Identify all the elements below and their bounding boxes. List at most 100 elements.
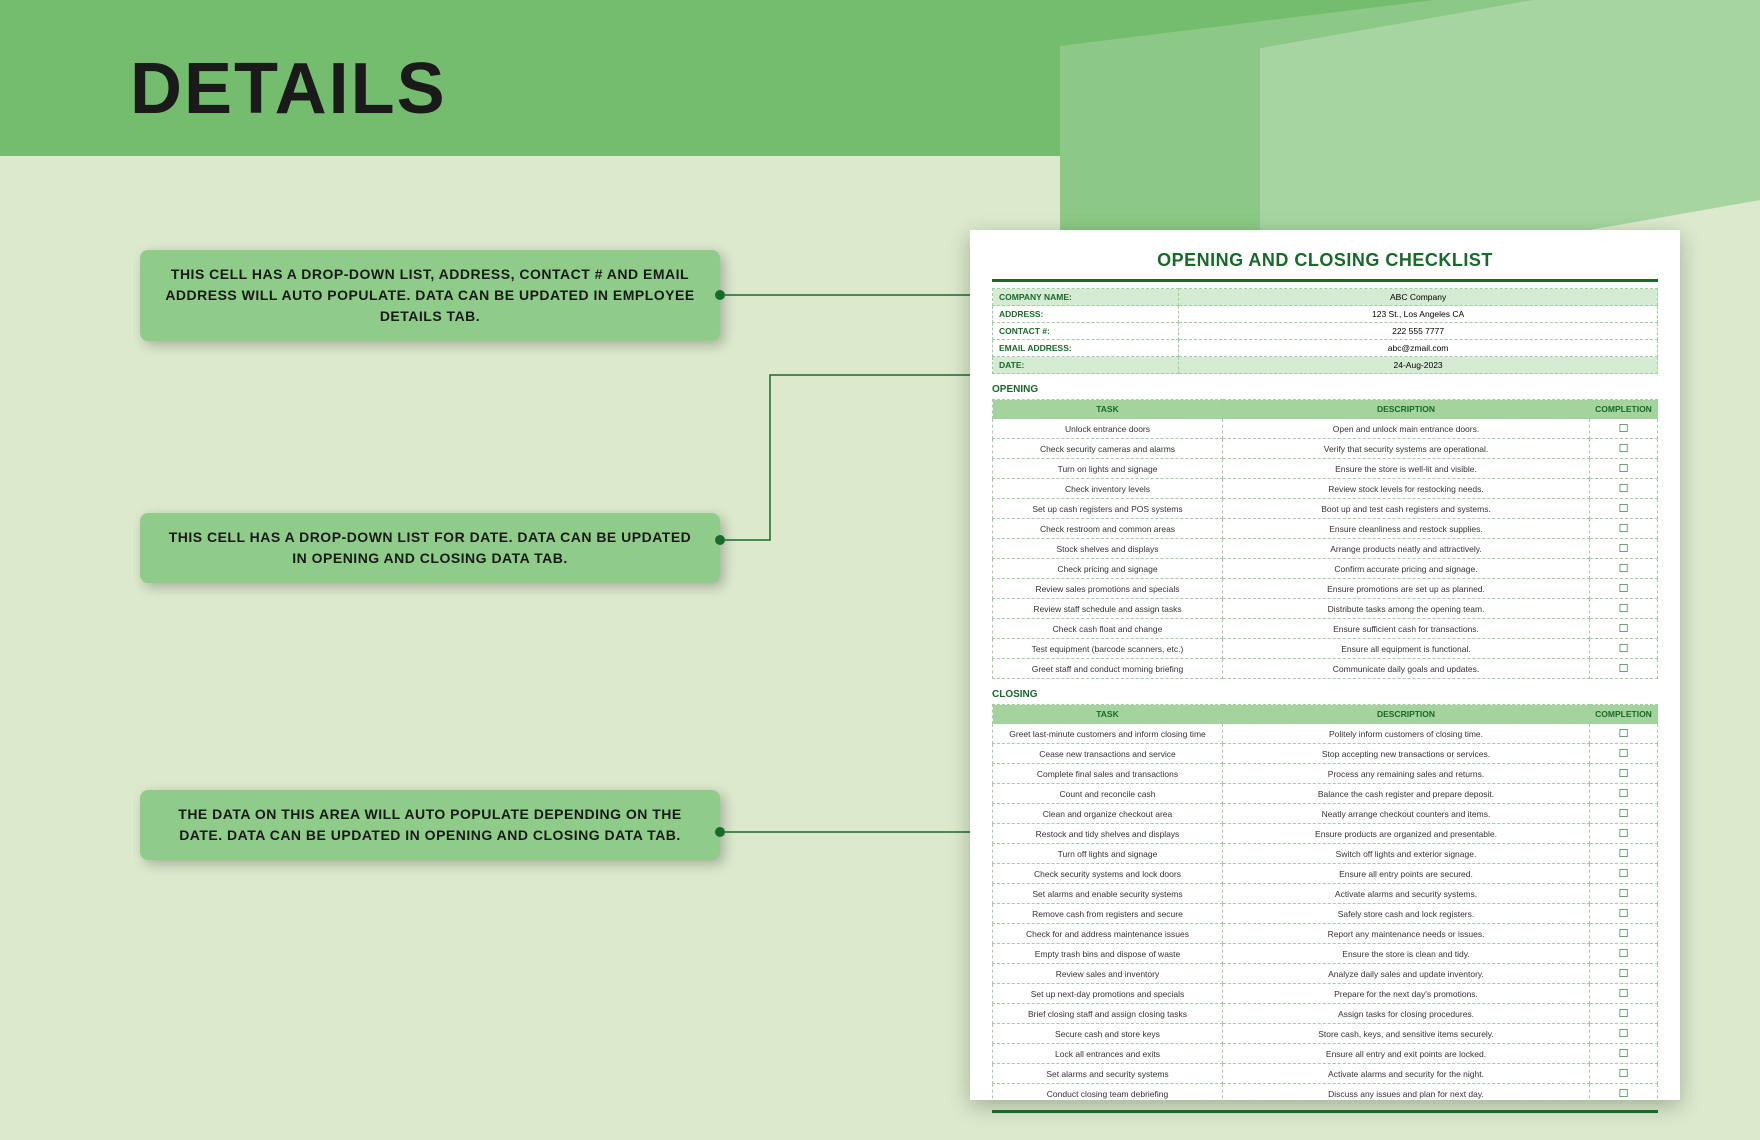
table-row: Check cash float and changeEnsure suffic… (993, 619, 1658, 639)
table-row: Review sales and inventoryAnalyze daily … (993, 964, 1658, 984)
opening-desc-cell: Arrange products neatly and attractively… (1223, 539, 1590, 559)
closing-completion-checkbox[interactable]: ☐ (1590, 904, 1658, 924)
opening-completion-checkbox[interactable]: ☐ (1590, 479, 1658, 499)
title-rule (992, 279, 1658, 282)
closing-task-cell: Clean and organize checkout area (993, 804, 1223, 824)
row-date: DATE: 24-Aug-2023 (993, 357, 1658, 374)
opening-header-comp: COMPLETION (1590, 400, 1658, 419)
table-row: Check inventory levelsReview stock level… (993, 479, 1658, 499)
opening-task-cell: Unlock entrance doors (993, 419, 1223, 439)
opening-task-cell: Test equipment (barcode scanners, etc.) (993, 639, 1223, 659)
table-row: Check security systems and lock doorsEns… (993, 864, 1658, 884)
opening-completion-checkbox[interactable]: ☐ (1590, 519, 1658, 539)
closing-completion-checkbox[interactable]: ☐ (1590, 1064, 1658, 1084)
opening-desc-cell: Ensure the store is well-lit and visible… (1223, 459, 1590, 479)
closing-task-cell: Complete final sales and transactions (993, 764, 1223, 784)
table-row: Conduct closing team debriefingDiscuss a… (993, 1084, 1658, 1104)
date-dropdown[interactable]: 24-Aug-2023 (1179, 357, 1658, 374)
closing-desc-cell: Ensure products are organized and presen… (1223, 824, 1590, 844)
closing-completion-checkbox[interactable]: ☐ (1590, 1024, 1658, 1044)
opening-completion-checkbox[interactable]: ☐ (1590, 659, 1658, 679)
closing-desc-cell: Prepare for the next day's promotions. (1223, 984, 1590, 1004)
table-row: Check pricing and signageConfirm accurat… (993, 559, 1658, 579)
table-row: Clean and organize checkout areaNeatly a… (993, 804, 1658, 824)
opening-task-cell: Check pricing and signage (993, 559, 1223, 579)
closing-completion-checkbox[interactable]: ☐ (1590, 924, 1658, 944)
closing-task-cell: Check for and address maintenance issues (993, 924, 1223, 944)
closing-completion-checkbox[interactable]: ☐ (1590, 1044, 1658, 1064)
closing-desc-cell: Process any remaining sales and returns. (1223, 764, 1590, 784)
opening-task-cell: Greet staff and conduct morning briefing (993, 659, 1223, 679)
closing-table: TASK DESCRIPTION COMPLETION Greet last-m… (992, 704, 1658, 1104)
opening-completion-checkbox[interactable]: ☐ (1590, 599, 1658, 619)
closing-completion-checkbox[interactable]: ☐ (1590, 1004, 1658, 1024)
closing-completion-checkbox[interactable]: ☐ (1590, 984, 1658, 1004)
table-row: Stock shelves and displaysArrange produc… (993, 539, 1658, 559)
closing-completion-checkbox[interactable]: ☐ (1590, 884, 1658, 904)
opening-header-task: TASK (993, 400, 1223, 419)
opening-completion-checkbox[interactable]: ☐ (1590, 459, 1658, 479)
email-value: abc@zmail.com (1179, 340, 1658, 357)
closing-completion-checkbox[interactable]: ☐ (1590, 944, 1658, 964)
opening-completion-checkbox[interactable]: ☐ (1590, 539, 1658, 559)
closing-task-cell: Turn off lights and signage (993, 844, 1223, 864)
closing-task-cell: Brief closing staff and assign closing t… (993, 1004, 1223, 1024)
closing-completion-checkbox[interactable]: ☐ (1590, 964, 1658, 984)
opening-desc-cell: Open and unlock main entrance doors. (1223, 419, 1590, 439)
date-label: DATE: (993, 357, 1179, 374)
opening-completion-checkbox[interactable]: ☐ (1590, 419, 1658, 439)
closing-completion-checkbox[interactable]: ☐ (1590, 784, 1658, 804)
address-value: 123 St., Los Angeles CA (1179, 306, 1658, 323)
closing-desc-cell: Activate alarms and security systems. (1223, 884, 1590, 904)
closing-task-cell: Lock all entrances and exits (993, 1044, 1223, 1064)
table-row: Greet staff and conduct morning briefing… (993, 659, 1658, 679)
page-title: DETAILS (130, 48, 447, 130)
opening-task-cell: Turn on lights and signage (993, 459, 1223, 479)
closing-task-cell: Count and reconcile cash (993, 784, 1223, 804)
opening-completion-checkbox[interactable]: ☐ (1590, 499, 1658, 519)
table-row: Set up cash registers and POS systemsBoo… (993, 499, 1658, 519)
opening-completion-checkbox[interactable]: ☐ (1590, 559, 1658, 579)
table-row: Set alarms and enable security systemsAc… (993, 884, 1658, 904)
closing-desc-cell: Ensure all entry and exit points are loc… (1223, 1044, 1590, 1064)
table-row: Lock all entrances and exitsEnsure all e… (993, 1044, 1658, 1064)
table-row: Remove cash from registers and secureSaf… (993, 904, 1658, 924)
closing-desc-cell: Politely inform customers of closing tim… (1223, 724, 1590, 744)
closing-label: CLOSING (992, 689, 1658, 700)
table-row: Greet last-minute customers and inform c… (993, 724, 1658, 744)
closing-completion-checkbox[interactable]: ☐ (1590, 724, 1658, 744)
closing-completion-checkbox[interactable]: ☐ (1590, 844, 1658, 864)
closing-desc-cell: Safely store cash and lock registers. (1223, 904, 1590, 924)
opening-desc-cell: Verify that security systems are operati… (1223, 439, 1590, 459)
closing-desc-cell: Balance the cash register and prepare de… (1223, 784, 1590, 804)
closing-completion-checkbox[interactable]: ☐ (1590, 764, 1658, 784)
callout-date: THIS CELL HAS A DROP-DOWN LIST FOR DATE.… (140, 513, 720, 583)
closing-desc-cell: Assign tasks for closing procedures. (1223, 1004, 1590, 1024)
closing-desc-cell: Switch off lights and exterior signage. (1223, 844, 1590, 864)
closing-task-cell: Empty trash bins and dispose of waste (993, 944, 1223, 964)
closing-completion-checkbox[interactable]: ☐ (1590, 744, 1658, 764)
row-email: EMAIL ADDRESS: abc@zmail.com (993, 340, 1658, 357)
company-dropdown[interactable]: ABC Company (1179, 289, 1658, 306)
opening-task-cell: Check inventory levels (993, 479, 1223, 499)
opening-desc-cell: Confirm accurate pricing and signage. (1223, 559, 1590, 579)
table-row: Unlock entrance doorsOpen and unlock mai… (993, 419, 1658, 439)
closing-completion-checkbox[interactable]: ☐ (1590, 824, 1658, 844)
table-row: Count and reconcile cashBalance the cash… (993, 784, 1658, 804)
closing-task-cell: Review sales and inventory (993, 964, 1223, 984)
opening-desc-cell: Boot up and test cash registers and syst… (1223, 499, 1590, 519)
opening-completion-checkbox[interactable]: ☐ (1590, 639, 1658, 659)
table-row: Brief closing staff and assign closing t… (993, 1004, 1658, 1024)
opening-completion-checkbox[interactable]: ☐ (1590, 579, 1658, 599)
closing-header-desc: DESCRIPTION (1223, 705, 1590, 724)
closing-desc-cell: Ensure all entry points are secured. (1223, 864, 1590, 884)
closing-completion-checkbox[interactable]: ☐ (1590, 804, 1658, 824)
opening-task-cell: Check security cameras and alarms (993, 439, 1223, 459)
table-row: Review sales promotions and specialsEnsu… (993, 579, 1658, 599)
closing-completion-checkbox[interactable]: ☐ (1590, 864, 1658, 884)
opening-label: OPENING (992, 384, 1658, 395)
closing-desc-cell: Store cash, keys, and sensitive items se… (1223, 1024, 1590, 1044)
opening-completion-checkbox[interactable]: ☐ (1590, 439, 1658, 459)
opening-completion-checkbox[interactable]: ☐ (1590, 619, 1658, 639)
closing-completion-checkbox[interactable]: ☐ (1590, 1084, 1658, 1104)
